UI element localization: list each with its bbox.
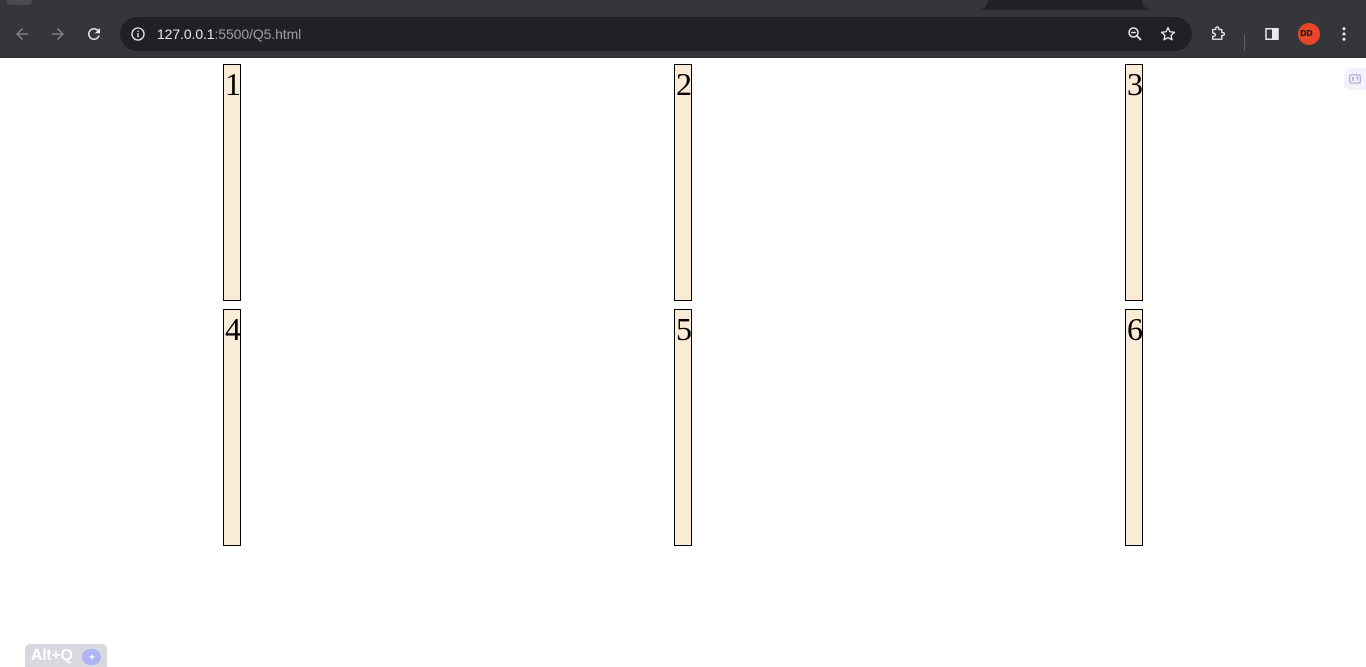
forward-button[interactable] (44, 20, 72, 48)
side-panel-button[interactable] (1260, 22, 1284, 46)
grid-box-3: 3 (1125, 64, 1143, 301)
grid-box-6: 6 (1125, 309, 1143, 546)
side-panel-icon (1265, 28, 1279, 40)
box-label: 6 (1127, 311, 1143, 347)
address-bar[interactable]: 127.0.0.1:5500/Q5.html (120, 17, 1192, 51)
tab-strip (0, 0, 1366, 10)
url-path: :5500/Q5.html (214, 26, 302, 42)
arrow-left-icon (16, 28, 28, 40)
grid-box-4: 4 (223, 309, 241, 546)
page-content: 1 2 3 4 5 6 (0, 58, 1366, 667)
back-button[interactable] (8, 20, 36, 48)
star-icon (1160, 26, 1176, 41)
grid-box-2: 2 (674, 64, 692, 301)
extension-side-button[interactable] (1344, 68, 1366, 90)
shortcut-hint-text: Alt+Q (31, 647, 73, 664)
box-label: 3 (1127, 66, 1143, 102)
zoom-out-icon (1128, 27, 1142, 41)
box-label: 4 (225, 311, 241, 347)
info-icon (131, 27, 145, 41)
puzzle-icon (1212, 26, 1225, 40)
arrow-right-icon (52, 28, 64, 40)
url-host: 127.0.0.1 (157, 26, 215, 42)
translate-icon (1349, 74, 1361, 84)
grid-box-1: 1 (223, 64, 241, 301)
reload-icon (87, 27, 100, 40)
kebab-menu-icon (1342, 27, 1346, 41)
extensions-button[interactable] (1206, 22, 1230, 46)
box-label: 2 (676, 66, 692, 102)
site-info-button[interactable] (126, 22, 150, 46)
grid-box-5: 5 (674, 309, 692, 546)
avatar-text: DD (1300, 29, 1313, 38)
zoom-button[interactable] (1123, 22, 1147, 46)
browser-toolbar: 127.0.0.1:5500/Q5.html DD (0, 10, 1366, 58)
bookmark-button[interactable] (1156, 22, 1180, 46)
tab[interactable] (1142, 0, 1366, 10)
url-text[interactable]: 127.0.0.1:5500/Q5.html (157, 25, 301, 43)
box-label: 5 (676, 311, 692, 347)
profile-avatar[interactable]: DD (1298, 23, 1320, 45)
assistant-icon (82, 649, 101, 665)
menu-button[interactable] (1332, 22, 1356, 46)
tab-group-indicator[interactable] (6, 0, 32, 5)
shortcut-hint-badge[interactable]: Alt+Q (25, 644, 107, 667)
reload-button[interactable] (80, 20, 108, 48)
active-tab[interactable] (0, 0, 988, 10)
box-label: 1 (225, 66, 241, 102)
toolbar-divider (1244, 35, 1245, 51)
